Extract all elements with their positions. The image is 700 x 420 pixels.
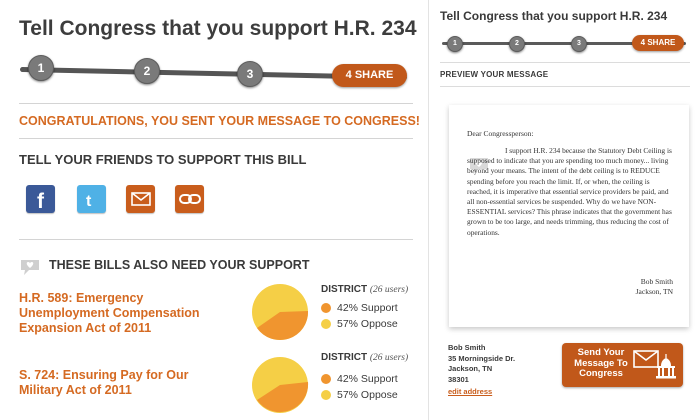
- share-heading: TELL YOUR FRIENDS TO SUPPORT THIS BILL: [19, 152, 307, 167]
- oppose-legend: 57% Oppose: [321, 318, 398, 330]
- step-number: 2: [515, 40, 519, 47]
- link-share-button[interactable]: [175, 185, 204, 213]
- send-button-label: Send Your Message To Congress: [574, 347, 628, 379]
- send-message-button[interactable]: Send Your Message To Congress: [562, 343, 683, 387]
- divider: [440, 86, 690, 87]
- divider: [19, 103, 413, 104]
- sender-city: Jackson, TN: [448, 364, 493, 373]
- oppose-dot: [321, 390, 331, 400]
- step-1[interactable]: 1: [28, 55, 54, 81]
- letter-signature: Bob Smith Jackson, TN: [636, 277, 673, 297]
- sender-name: Bob Smith: [448, 343, 486, 352]
- email-icon: [130, 192, 151, 206]
- district-label: DISTRICT (26 users): [321, 352, 409, 363]
- signature-place: Jackson, TN: [635, 287, 673, 296]
- oppose-dot: [321, 319, 331, 329]
- step-3[interactable]: 3: [571, 36, 587, 52]
- step-4-share[interactable]: 4 SHARE: [632, 35, 684, 51]
- edit-address-link[interactable]: edit address: [448, 387, 492, 396]
- step-4-share[interactable]: 4 SHARE: [332, 64, 407, 87]
- user-count: (26 users): [369, 285, 409, 295]
- district-label: DISTRICT (26 users): [321, 284, 409, 295]
- bill-title-link[interactable]: H.R. 589: Emergency Unemployment Compens…: [19, 291, 219, 336]
- message-preview: Dear Congressperson: I support H.R. 234 …: [449, 105, 689, 327]
- share-panel: Tell Congress that you support H.R. 234 …: [0, 0, 426, 420]
- support-legend: 42% Support: [321, 373, 398, 385]
- speech-bubble-heart-icon: [21, 260, 39, 275]
- support-legend: 42% Support: [321, 302, 398, 314]
- letter-salutation: Dear Congressperson:: [467, 129, 534, 138]
- step-number: 1: [453, 40, 457, 47]
- step-1[interactable]: 1: [447, 36, 463, 52]
- sender-zip: 38301: [448, 374, 469, 384]
- email-share-button[interactable]: [126, 185, 155, 213]
- bills-heading: THESE BILLS ALSO NEED YOUR SUPPORT: [49, 258, 310, 272]
- bill-2-pie-chart: [252, 357, 309, 413]
- step-number: 2: [143, 64, 151, 78]
- support-dot: [321, 303, 331, 313]
- step-2[interactable]: 2: [509, 36, 525, 52]
- svg-text:t: t: [86, 193, 92, 210]
- oppose-legend: 57% Oppose: [321, 389, 398, 401]
- page-title: Tell Congress that you support H.R. 234: [19, 17, 417, 40]
- letter-body: I support H.R. 234 because the Statutory…: [467, 146, 672, 237]
- twitter-share-button[interactable]: t: [77, 185, 106, 213]
- link-icon: [178, 194, 201, 204]
- step-number: 3: [577, 40, 581, 47]
- congrats-message: CONGRATULATIONS, YOU SENT YOUR MESSAGE T…: [19, 114, 420, 128]
- sender-street: 35 Morningside Dr.: [448, 353, 516, 363]
- step-3[interactable]: 3: [237, 61, 263, 87]
- divider: [440, 62, 690, 63]
- page-title: Tell Congress that you support H.R. 234: [440, 9, 668, 23]
- facebook-icon: f: [37, 190, 45, 213]
- facebook-share-button[interactable]: f: [26, 185, 55, 213]
- bill-1-pie-chart: [252, 284, 309, 341]
- support-dot: [321, 374, 331, 384]
- step-number: 3: [246, 67, 254, 81]
- panel-divider: [428, 0, 429, 420]
- twitter-icon: t: [86, 193, 92, 210]
- mail-capitol-icon: [633, 350, 676, 379]
- preview-heading: PREVIEW YOUR MESSAGE: [440, 70, 549, 79]
- step-2[interactable]: 2: [134, 58, 160, 84]
- sender-address: Bob Smith 35 Morningside Dr. Jackson, TN…: [448, 343, 515, 385]
- divider: [19, 138, 413, 139]
- step-number: 1: [37, 61, 45, 75]
- signature-name: Bob Smith: [640, 277, 673, 286]
- bill-title-link[interactable]: S. 724: Ensuring Pay for Our Military Ac…: [19, 368, 209, 398]
- svg-text:f: f: [37, 190, 45, 213]
- divider: [19, 239, 413, 240]
- user-count: (26 users): [369, 353, 409, 363]
